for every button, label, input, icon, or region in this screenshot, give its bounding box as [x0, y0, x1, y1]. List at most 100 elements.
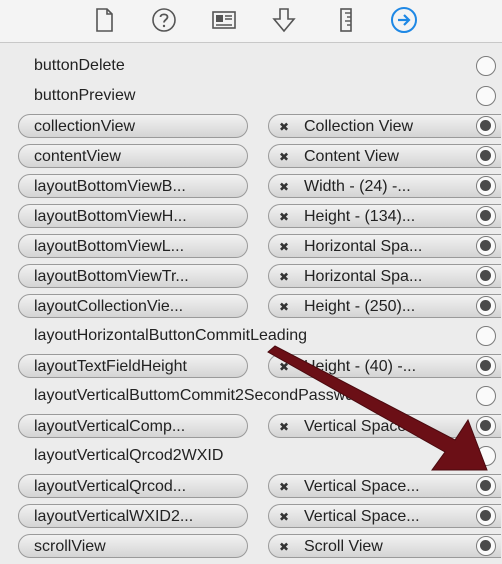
connections-inspector-button[interactable] [388, 4, 420, 36]
remove-connection-icon[interactable]: ✖ [279, 235, 289, 259]
outlet-row: layoutBottomViewL... ✖ Horizontal Spa... [0, 231, 502, 261]
outlet-name-pill[interactable]: contentView [18, 144, 248, 168]
outlet-name-pill[interactable]: collectionView [18, 114, 248, 138]
outlet-name-pill[interactable]: layoutCollectionVie... [18, 294, 248, 318]
connected-outlet-circle[interactable] [476, 536, 496, 556]
connection-target-pill[interactable]: ✖ Height - (250)... [268, 294, 501, 318]
outlet-name-pill[interactable]: layoutBottomViewTr... [18, 264, 248, 288]
empty-outlet-circle[interactable] [476, 56, 496, 76]
connected-outlet-circle[interactable] [476, 176, 496, 196]
connected-outlet-circle[interactable] [476, 356, 496, 376]
connection-target-label: Scroll View [304, 538, 383, 555]
file-icon [96, 8, 113, 32]
outlet-row: buttonDelete [0, 51, 502, 81]
outlet-row: layoutVerticalComp... ✖ Vertical Space... [0, 411, 502, 441]
connected-outlet-circle[interactable] [476, 236, 496, 256]
connected-outlet-circle[interactable] [476, 506, 496, 526]
remove-connection-icon[interactable]: ✖ [279, 475, 289, 499]
outlet-name-pill[interactable]: layoutBottomViewL... [18, 234, 248, 258]
outlet-name-pill[interactable]: layoutVerticalWXID2... [18, 504, 248, 528]
outlet-row: buttonPreview [0, 81, 502, 111]
outlet-row: layoutBottomViewB... ✖ Width - (24) -... [0, 171, 502, 201]
remove-connection-icon[interactable]: ✖ [279, 265, 289, 289]
outlet-name: layoutBottomViewL... [34, 238, 185, 255]
connected-outlet-circle[interactable] [476, 116, 496, 136]
connection-target-label: Height - (250)... [304, 298, 416, 315]
quick-help-icon [152, 8, 176, 32]
remove-connection-icon[interactable]: ✖ [279, 295, 289, 319]
connection-target-pill[interactable]: ✖ Horizontal Spa... [268, 234, 501, 258]
outlet-name: layoutBottomViewTr... [34, 268, 189, 285]
identity-inspector-button[interactable] [208, 4, 240, 36]
connection-target-label: Height - (134)... [304, 208, 416, 225]
empty-outlet-circle[interactable] [476, 446, 496, 466]
outlet-row: layoutVerticalQrcod... ✖ Vertical Space... [0, 471, 502, 501]
size-inspector-button[interactable] [330, 4, 362, 36]
empty-outlet-circle[interactable] [476, 326, 496, 346]
connected-outlet-circle[interactable] [476, 146, 496, 166]
empty-outlet-circle[interactable] [476, 86, 496, 106]
size-ruler-icon [340, 8, 352, 32]
connection-target-label: Horizontal Spa... [304, 238, 423, 255]
empty-outlet-circle[interactable] [476, 386, 496, 406]
connection-target-pill[interactable]: ✖ Width - (24) -... [268, 174, 501, 198]
outlet-name: layoutVerticalButtomCommit2SecondPasswd [34, 387, 355, 404]
connection-target-pill[interactable]: ✖ Vertical Space... [268, 504, 501, 528]
outlet-name: layoutBottomViewB... [34, 178, 186, 195]
outlet-name-pill[interactable]: layoutTextFieldHeight [18, 354, 248, 378]
outlet-name: layoutVerticalWXID2... [34, 508, 194, 525]
connection-target-label: Height - (40) -... [304, 358, 417, 375]
connection-target-label: Vertical Space... [304, 478, 420, 495]
identity-icon [212, 11, 236, 29]
attributes-inspector-button[interactable] [268, 4, 300, 36]
connection-target-pill[interactable]: ✖ Horizontal Spa... [268, 264, 501, 288]
outlet-row: layoutHorizontalButtonCommitLeading [0, 321, 502, 351]
connection-target-pill[interactable]: ✖ Content View [268, 144, 501, 168]
outlet-name: layoutHorizontalButtonCommitLeading [34, 327, 308, 344]
connection-target-pill[interactable]: ✖ Height - (40) -... [268, 354, 501, 378]
file-inspector-button[interactable] [88, 4, 120, 36]
outlet-row: contentView ✖ Content View [0, 141, 502, 171]
connected-outlet-circle[interactable] [476, 266, 496, 286]
outlet-name-pill[interactable]: scrollView [18, 534, 248, 558]
connected-outlet-circle[interactable] [476, 296, 496, 316]
outlet-name: contentView [34, 148, 121, 165]
connected-outlet-circle[interactable] [476, 476, 496, 496]
outlet-name: scrollView [34, 538, 106, 555]
connection-target-label: Horizontal Spa... [304, 268, 423, 285]
connection-target-pill[interactable]: ✖ Scroll View [268, 534, 501, 558]
connection-target-pill[interactable]: ✖ Collection View [268, 114, 501, 138]
remove-connection-icon[interactable]: ✖ [279, 355, 289, 379]
outlet-name-pill[interactable]: layoutBottomViewB... [18, 174, 248, 198]
connected-outlet-circle[interactable] [476, 206, 496, 226]
remove-connection-icon[interactable]: ✖ [279, 415, 289, 439]
remove-connection-icon[interactable]: ✖ [279, 145, 289, 169]
remove-connection-icon[interactable]: ✖ [279, 505, 289, 529]
outlet-row: layoutVerticalButtomCommit2SecondPasswd [0, 381, 502, 411]
quick-help-button[interactable] [148, 4, 180, 36]
remove-connection-icon[interactable]: ✖ [279, 535, 289, 559]
connection-target-label: Vertical Space... [304, 418, 420, 435]
outlet-name: layoutVerticalQrcod... [34, 478, 187, 495]
connected-outlet-circle[interactable] [476, 416, 496, 436]
remove-connection-icon[interactable]: ✖ [279, 175, 289, 199]
connection-target-pill[interactable]: ✖ Vertical Space... [268, 414, 501, 438]
outlet-row: layoutBottomViewH... ✖ Height - (134)... [0, 201, 502, 231]
outlet-row: layoutTextFieldHeight ✖ Height - (40) -... [0, 351, 502, 381]
connection-target-label: Width - (24) -... [304, 178, 411, 195]
outlet-name: buttonPreview [34, 87, 136, 104]
outlet-name-pill[interactable]: layoutVerticalComp... [18, 414, 248, 438]
outlet-name-pill[interactable]: layoutVerticalQrcod... [18, 474, 248, 498]
connection-target-pill[interactable]: ✖ Vertical Space... [268, 474, 501, 498]
outlet-row: scrollView ✖ Scroll View [0, 531, 502, 561]
remove-connection-icon[interactable]: ✖ [279, 115, 289, 139]
outlet-name: collectionView [34, 118, 136, 135]
outlet-name: layoutVerticalComp... [34, 418, 186, 435]
outlet-row: layoutVerticalQrcod2WXID [0, 441, 502, 471]
connection-target-label: Content View [304, 148, 399, 165]
connection-target-pill[interactable]: ✖ Height - (134)... [268, 204, 501, 228]
connections-icon [391, 7, 417, 33]
outlet-row: layoutBottomViewTr... ✖ Horizontal Spa... [0, 261, 502, 291]
remove-connection-icon[interactable]: ✖ [279, 205, 289, 229]
outlet-name-pill[interactable]: layoutBottomViewH... [18, 204, 248, 228]
